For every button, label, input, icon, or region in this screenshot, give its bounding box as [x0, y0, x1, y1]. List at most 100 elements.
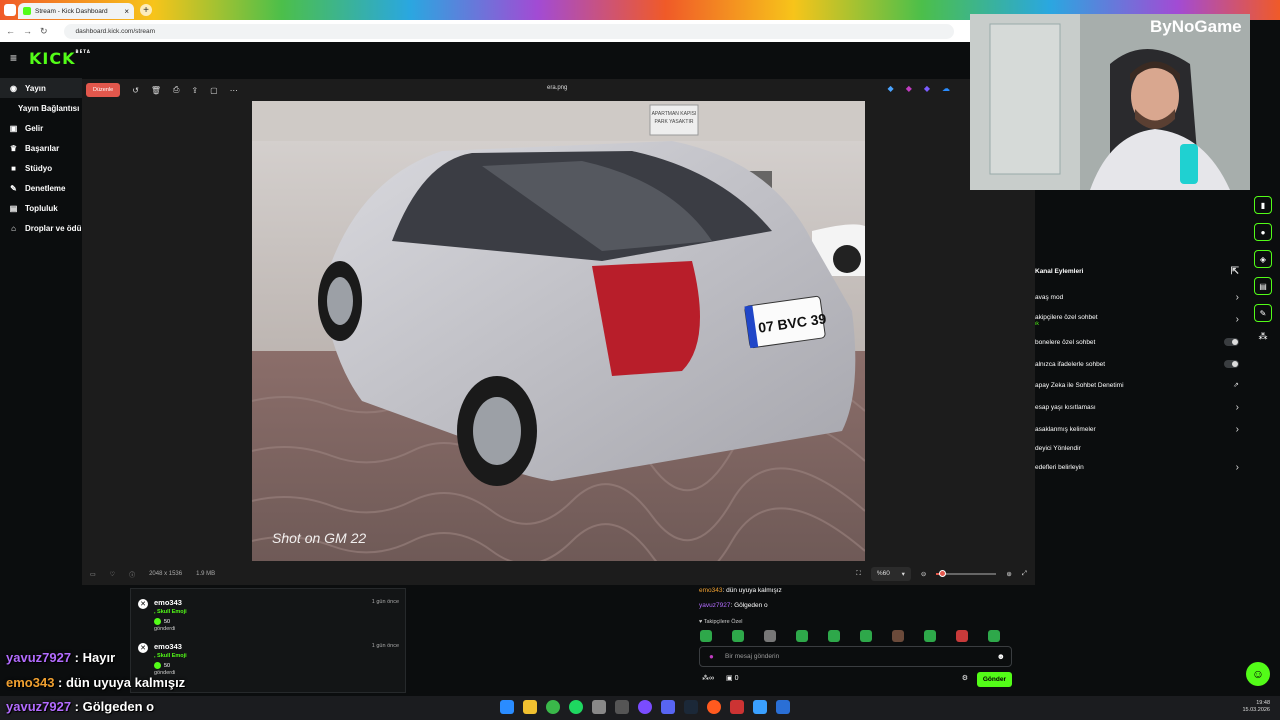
emote-icon[interactable] [860, 630, 872, 642]
overlay-chat-line: yavuz7927 : Hayır [6, 650, 115, 665]
layout-icon[interactable]: ▤ [1254, 277, 1272, 295]
editor-app-icon[interactable]: ◆ [888, 84, 894, 93]
forward-icon[interactable]: → [23, 26, 32, 36]
chat-settings-icon[interactable]: ⚙ [962, 674, 968, 682]
kick-logo[interactable]: KICKBETA [29, 49, 91, 68]
sidebar-item-droplar[interactable]: ⌂ Droplar ve ödü [0, 218, 82, 238]
activity-user[interactable]: emo343 [154, 598, 182, 607]
chat-icon[interactable]: ● [1254, 223, 1272, 241]
zoom-slider[interactable] [936, 570, 997, 577]
emote-icon[interactable] [764, 630, 776, 642]
spotify-icon[interactable] [569, 700, 583, 714]
action-row[interactable]: edefleri belirleyin › [1035, 460, 1245, 474]
chat-user[interactable]: yavuz7927 [699, 602, 730, 609]
share-icon[interactable]: ⇪ [191, 86, 198, 95]
chat-panel: emo343: dün uyuya kalmışız yavuz7927: Gö… [690, 585, 1024, 695]
browser-tab[interactable]: Stream - Kick Dashboard × [18, 3, 134, 19]
designer-icon[interactable]: ◆ [924, 84, 930, 93]
action-row[interactable]: akipçilere özel sohbet ık › [1035, 310, 1245, 330]
obs-icon[interactable] [638, 700, 652, 714]
popout-icon[interactable]: ⇱ [1231, 266, 1239, 277]
fit-icon[interactable]: ⛶ [856, 570, 861, 578]
chat-input[interactable]: ● Bir mesaj gönderin ☻ [699, 646, 1012, 667]
emote-icon[interactable] [700, 630, 712, 642]
slideshow-icon[interactable]: ▢ [210, 86, 218, 95]
send-button[interactable]: Gönder [976, 672, 1012, 687]
hamburger-menu-icon[interactable]: ≡ [10, 51, 17, 65]
app-icon[interactable] [776, 700, 790, 714]
print-icon[interactable]: ⎙ [173, 85, 179, 95]
app-icon[interactable] [707, 700, 721, 714]
gift-icon[interactable]: ▣ 0 [726, 674, 738, 682]
start-icon[interactable] [500, 700, 514, 714]
edit-button[interactable]: Düzenle [86, 83, 121, 97]
browser-profile-icon[interactable] [4, 4, 16, 16]
app-icon[interactable] [592, 700, 606, 714]
file-explorer-icon[interactable] [523, 700, 537, 714]
zoom-select[interactable]: %60 ▾ [870, 567, 911, 581]
filmstrip-icon[interactable]: ▭ [90, 571, 96, 578]
chrome-icon[interactable] [546, 700, 560, 714]
app-header: ≡ KICKBETA [0, 42, 970, 74]
onedrive-icon[interactable]: ☁ [942, 84, 950, 93]
subscribers-only-toggle[interactable] [1224, 338, 1239, 346]
steam-icon[interactable] [684, 700, 698, 714]
emote-only-toggle[interactable] [1224, 360, 1239, 368]
url-bar[interactable]: dashboard.kick.com/stream [63, 23, 954, 39]
action-row[interactable]: apay Zeka ile Sohbet Denetimi ⇗ [1035, 378, 1245, 392]
zoom-slider-handle[interactable] [939, 570, 947, 577]
logo-text: KICK [29, 48, 76, 68]
sidebar-item-basarilar[interactable]: ♛ Başarılar [0, 138, 82, 158]
zoom-in-icon[interactable]: ⊕ [1006, 570, 1011, 578]
favorite-icon[interactable]: ♡ [110, 571, 115, 578]
rotate-icon[interactable]: ↺ [132, 86, 139, 95]
emote-icon[interactable] [796, 630, 808, 642]
sidebar-item-yayin[interactable]: ◉ Yayın [0, 78, 82, 98]
discord-icon[interactable] [661, 700, 675, 714]
activity-sent: gönderdi [154, 626, 176, 632]
sidebar-item-topluluk[interactable]: ▤ Topluluk [0, 198, 82, 218]
chat-user[interactable]: emo343 [699, 587, 723, 594]
emote-icon[interactable] [732, 630, 744, 642]
reload-icon[interactable]: ↻ [40, 26, 48, 37]
back-icon[interactable]: ← [6, 26, 15, 36]
app-icon[interactable] [615, 700, 629, 714]
mic-icon[interactable]: ● [709, 652, 714, 661]
stream-icon[interactable]: ◈ [1254, 250, 1272, 268]
clipchamp-icon[interactable]: ◆ [906, 84, 912, 93]
action-row[interactable]: avaş mod › [1035, 290, 1245, 304]
car-photo: APARTMAN KAPISI PARK YASAKTIR 07 BVC 39 … [252, 101, 865, 561]
photos-icon[interactable] [753, 700, 767, 714]
emote-icon[interactable] [924, 630, 936, 642]
emote-icon[interactable] [892, 630, 904, 642]
tab-close-icon[interactable]: × [124, 7, 129, 16]
more-icon[interactable]: ⋯ [230, 86, 238, 95]
emote-icon[interactable] [956, 630, 968, 642]
new-tab-button[interactable]: + [140, 4, 152, 16]
help-chat-icon[interactable]: ☺ [1246, 662, 1270, 686]
emote-icon[interactable] [828, 630, 840, 642]
overlay-chat-text: : dün uyuya kalmışız [54, 675, 186, 690]
emoji-icon[interactable]: ☻ [997, 652, 1005, 661]
sidebar-item-studyo[interactable]: ■ Stüdyo [0, 158, 82, 178]
emote-icon[interactable] [988, 630, 1000, 642]
app-icon[interactable] [730, 700, 744, 714]
sidebar-item-yayin-baglantisi[interactable]: Yayın Bağlantısı [0, 98, 82, 118]
info-icon[interactable]: ⓘ [129, 570, 135, 579]
chat-text: : dün uyuya kalmışız [722, 587, 782, 594]
sidebar-item-denetleme[interactable]: ✎ Denetleme [0, 178, 82, 198]
action-row[interactable]: esap yaşı kısıtlaması › [1035, 400, 1245, 414]
system-tray[interactable]: 19:48 15.03.2026 [1242, 700, 1270, 714]
fullscreen-icon[interactable]: ⤢ [1022, 570, 1027, 578]
tools-icon[interactable]: ✎ [1254, 304, 1272, 322]
delete-icon[interactable]: 🗑︎ [151, 86, 161, 95]
zoom-out-icon[interactable]: ⊖ [921, 570, 926, 578]
chevron-right-icon: › [1235, 401, 1239, 413]
action-row[interactable]: deyici Yönlendir [1035, 441, 1245, 455]
sidebar-item-gelir[interactable]: ▣ Gelir [0, 118, 82, 138]
activity-user[interactable]: emo343 [154, 642, 182, 651]
community-icon[interactable]: ⁂ [1254, 331, 1272, 342]
chat-users-icon[interactable]: ⁂∞ [702, 674, 714, 682]
clipboard-icon[interactable]: ▮ [1254, 196, 1272, 214]
action-row[interactable]: asaklanmış kelimeler › [1035, 422, 1245, 436]
